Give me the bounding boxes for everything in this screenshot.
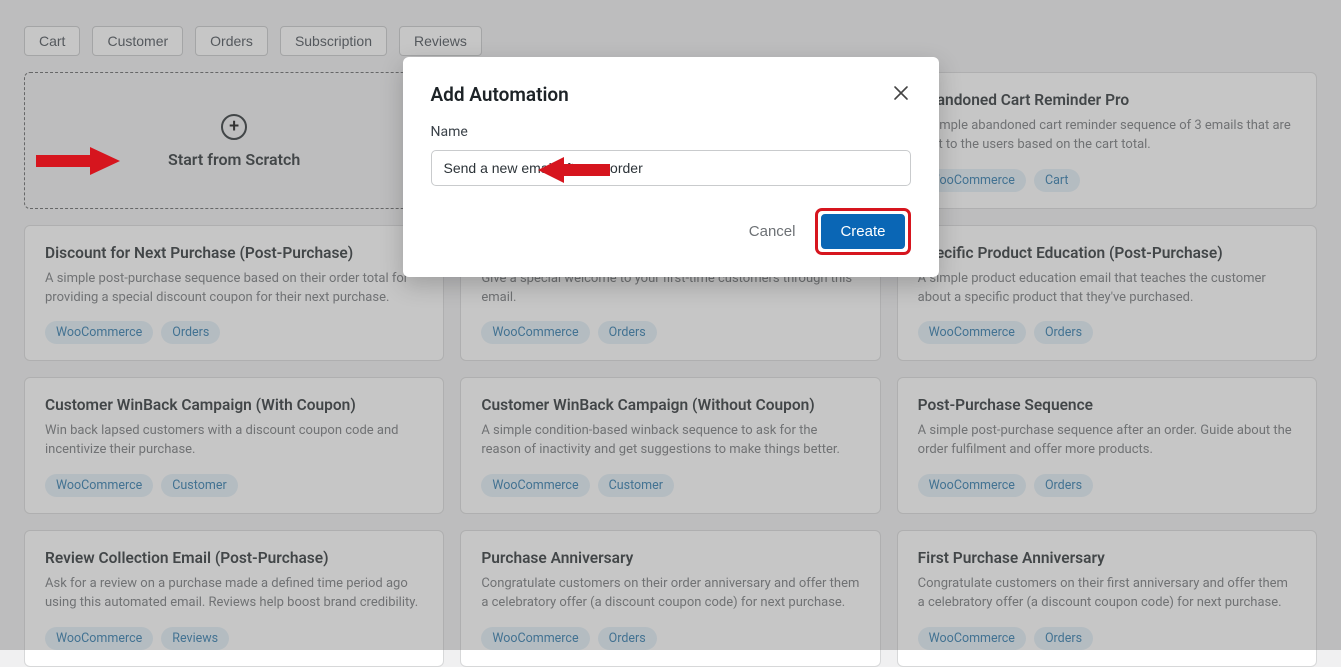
arrow-annotation-left — [36, 144, 120, 178]
arrow-annotation-center — [538, 155, 610, 185]
name-label: Name — [431, 124, 911, 140]
modal-actions: Cancel Create — [431, 208, 911, 255]
modal-title: Add Automation — [431, 83, 569, 106]
close-icon[interactable] — [891, 83, 911, 105]
cancel-button[interactable]: Cancel — [733, 214, 812, 249]
modal-header: Add Automation — [431, 83, 911, 106]
create-highlight: Create — [815, 208, 910, 255]
add-automation-modal: Add Automation Name Cancel Create — [403, 57, 939, 277]
create-button[interactable]: Create — [821, 214, 904, 249]
automation-name-input[interactable] — [431, 150, 911, 186]
